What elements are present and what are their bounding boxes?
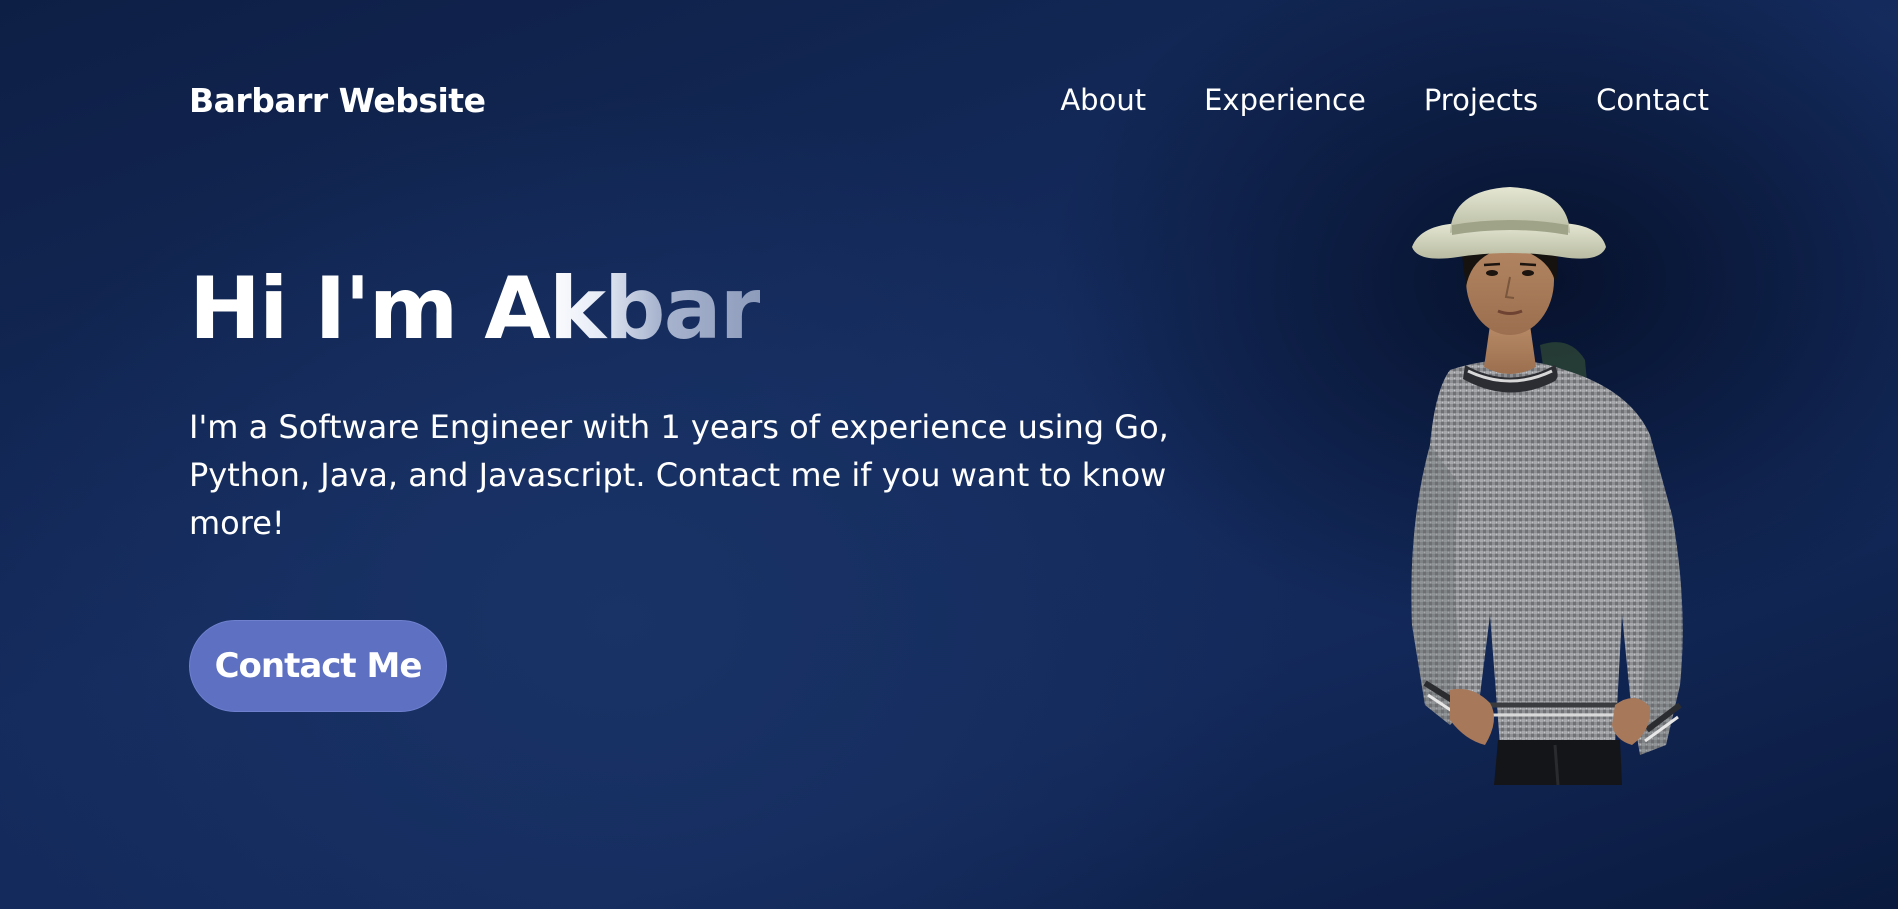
nav-link-contact[interactable]: Contact (1596, 83, 1709, 117)
nav-links: About Experience Projects Contact (1002, 83, 1709, 117)
nav-link-projects[interactable]: Projects (1424, 83, 1538, 117)
brand-logo[interactable]: Barbarr Website (189, 81, 486, 120)
navbar: Barbarr Website About Experience Project… (189, 70, 1709, 130)
hero-description: I'm a Software Engineer with 1 years of … (189, 407, 1169, 542)
portrait-image (1411, 187, 1683, 785)
hero-title: Hi I'm Akbar (189, 259, 762, 359)
contact-me-button[interactable]: Contact Me (189, 620, 447, 712)
hero-section: Hi I'm Akbar I'm a Software Engineer wit… (189, 262, 1249, 547)
nav-link-experience[interactable]: Experience (1204, 83, 1366, 117)
nav-link-about[interactable]: About (1060, 83, 1146, 117)
page: Barbarr Website About Experience Project… (0, 0, 1898, 909)
